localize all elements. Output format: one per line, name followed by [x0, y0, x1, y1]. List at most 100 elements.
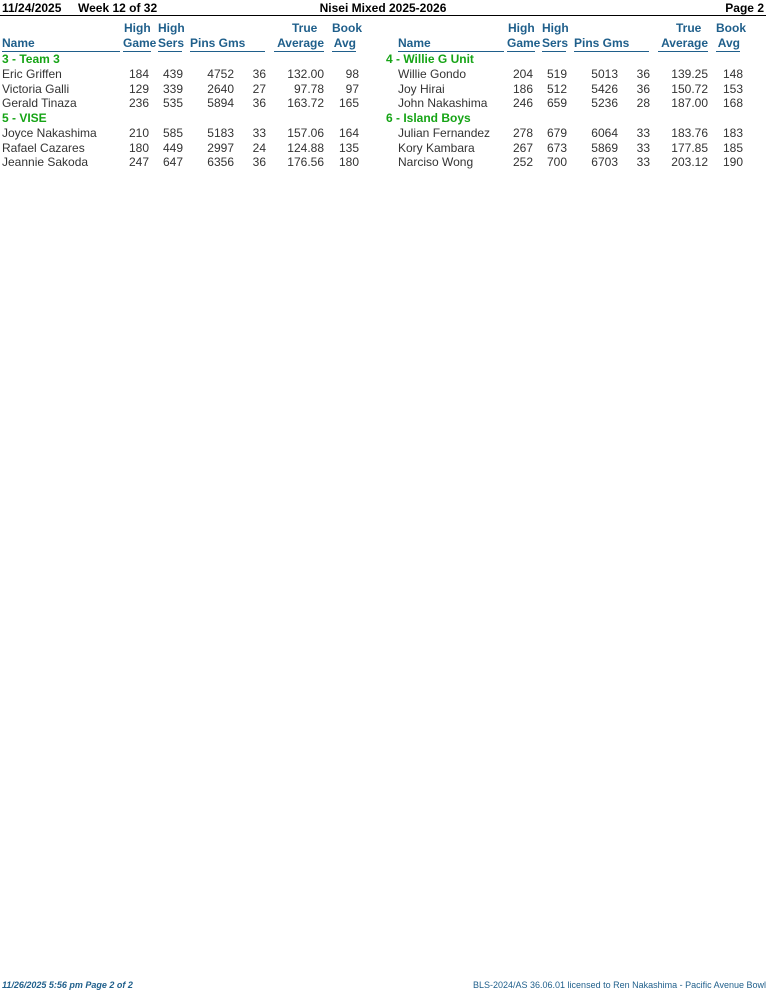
high-game: 267 — [512, 141, 533, 155]
col-book-avg-header: Book — [716, 21, 746, 35]
book-average: 135 — [338, 141, 359, 155]
true-average: 177.85 — [671, 141, 708, 155]
col-true-avg-header-2: Average — [658, 36, 708, 52]
true-average: 176.56 — [287, 155, 324, 169]
league-title: Nisei Mixed 2025-2026 — [319, 1, 447, 15]
high-game: 184 — [128, 67, 149, 81]
col-true-avg-header: True — [676, 21, 702, 35]
high-series: 659 — [546, 96, 567, 110]
col-high-game-header-2: Game — [507, 36, 541, 52]
pins: 5013 — [591, 67, 618, 81]
col-high-sers-header: High — [158, 21, 185, 35]
games: 36 — [252, 96, 266, 110]
high-game: 186 — [512, 82, 533, 96]
player-row: Gerald Tinaza 236 535 5894 36 163.72 165 — [2, 96, 382, 110]
book-average: 164 — [338, 126, 359, 140]
player-row: Victoria Galli 129 339 2640 27 97.78 97 — [2, 82, 382, 96]
high-game: 180 — [128, 141, 149, 155]
book-average: 148 — [722, 67, 743, 81]
col-name-header: Name — [2, 36, 120, 52]
book-average: 165 — [338, 96, 359, 110]
report-header: 11/24/2025 Week 12 of 32 Nisei Mixed 202… — [0, 0, 766, 16]
col-high-sers-header-2: Sers — [542, 36, 569, 52]
pins: 2640 — [207, 82, 234, 96]
footer-license: BLS-2024/AS 36.06.01 licensed to Ren Nak… — [472, 980, 766, 990]
team-title: 3 - Team 3 — [2, 52, 60, 66]
pins: 4752 — [207, 67, 234, 81]
col-high-sers-header: High — [542, 21, 569, 35]
player-name: Narciso Wong — [398, 155, 474, 169]
pins: 6064 — [591, 126, 618, 140]
true-average: 163.72 — [287, 96, 324, 110]
book-average: 190 — [722, 155, 743, 169]
pins: 5869 — [591, 141, 618, 155]
col-high-game-header: High — [508, 21, 535, 35]
high-game: 247 — [128, 155, 149, 169]
player-row: Joy Hirai 186 512 5426 36 150.72 153 — [386, 82, 766, 96]
true-average: 157.06 — [287, 126, 324, 140]
left-column: Name High Game High Sers Pins Gms True A… — [2, 20, 382, 180]
player-row: Kory Kambara 267 673 5869 33 177.85 185 — [386, 141, 766, 155]
col-book-avg-header-2: Avg — [716, 36, 740, 52]
book-average: 98 — [345, 67, 359, 81]
true-average: 124.88 — [287, 141, 324, 155]
col-book-avg-header: Book — [332, 21, 362, 35]
col-high-sers-header-2: Sers — [158, 36, 185, 52]
high-game: 129 — [128, 82, 149, 96]
games: 36 — [636, 67, 650, 81]
pins: 2997 — [207, 141, 234, 155]
player-row: Willie Gondo 204 519 5013 36 139.25 148 — [386, 67, 766, 81]
player-name: Eric Griffen — [2, 67, 62, 81]
high-series: 673 — [546, 141, 567, 155]
player-name: Julian Fernandez — [398, 126, 491, 140]
book-average: 168 — [722, 96, 743, 110]
player-name: Kory Kambara — [398, 141, 475, 155]
high-game: 252 — [512, 155, 533, 169]
player-row: Narciso Wong 252 700 6703 33 203.12 190 — [386, 155, 766, 169]
book-average: 185 — [722, 141, 743, 155]
player-name: Joy Hirai — [398, 82, 445, 96]
games: 36 — [252, 155, 266, 169]
high-series: 449 — [162, 141, 183, 155]
book-average: 180 — [338, 155, 359, 169]
col-pins-gms-header: Pins Gms — [190, 36, 265, 52]
high-series: 512 — [546, 82, 567, 96]
team-title: 6 - Island Boys — [386, 111, 471, 125]
player-name: Rafael Cazares — [2, 141, 85, 155]
games: 28 — [636, 96, 650, 110]
team-title: 4 - Willie G Unit — [386, 52, 474, 66]
book-average: 153 — [722, 82, 743, 96]
player-row: Eric Griffen 184 439 4752 36 132.00 98 — [2, 67, 382, 81]
player-name: Joyce Nakashima — [2, 126, 97, 140]
pins: 5183 — [207, 126, 234, 140]
player-name: Gerald Tinaza — [2, 96, 77, 110]
player-name: John Nakashima — [398, 96, 488, 110]
col-true-avg-header-2: Average — [274, 36, 324, 52]
col-high-game-header-2: Game — [123, 36, 157, 52]
pins: 5236 — [591, 96, 618, 110]
true-average: 203.12 — [671, 155, 708, 169]
footer-timestamp: 11/26/2025 5:56 pm Page 2 of 2 — [2, 980, 133, 990]
true-average: 150.72 — [671, 82, 708, 96]
pins: 6356 — [207, 155, 234, 169]
player-row: Joyce Nakashima 210 585 5183 33 157.06 1… — [2, 126, 382, 140]
true-average: 183.76 — [671, 126, 708, 140]
high-game: 210 — [128, 126, 149, 140]
games: 33 — [636, 126, 650, 140]
high-game: 278 — [512, 126, 533, 140]
right-column: Name High Game High Sers Pins Gms True A… — [386, 20, 766, 180]
high-series: 647 — [162, 155, 183, 169]
book-average: 97 — [345, 82, 359, 96]
true-average: 139.25 — [671, 67, 708, 81]
games: 33 — [636, 141, 650, 155]
games: 27 — [252, 82, 266, 96]
pins: 6703 — [591, 155, 618, 169]
player-row: Julian Fernandez 278 679 6064 33 183.76 … — [386, 126, 766, 140]
player-name: Willie Gondo — [398, 67, 467, 81]
high-series: 519 — [546, 67, 567, 81]
col-high-game-header: High — [124, 21, 151, 35]
col-pins-gms-header: Pins Gms — [574, 36, 649, 52]
book-average: 183 — [722, 126, 743, 140]
high-series: 679 — [546, 126, 567, 140]
true-average: 187.00 — [671, 96, 708, 110]
